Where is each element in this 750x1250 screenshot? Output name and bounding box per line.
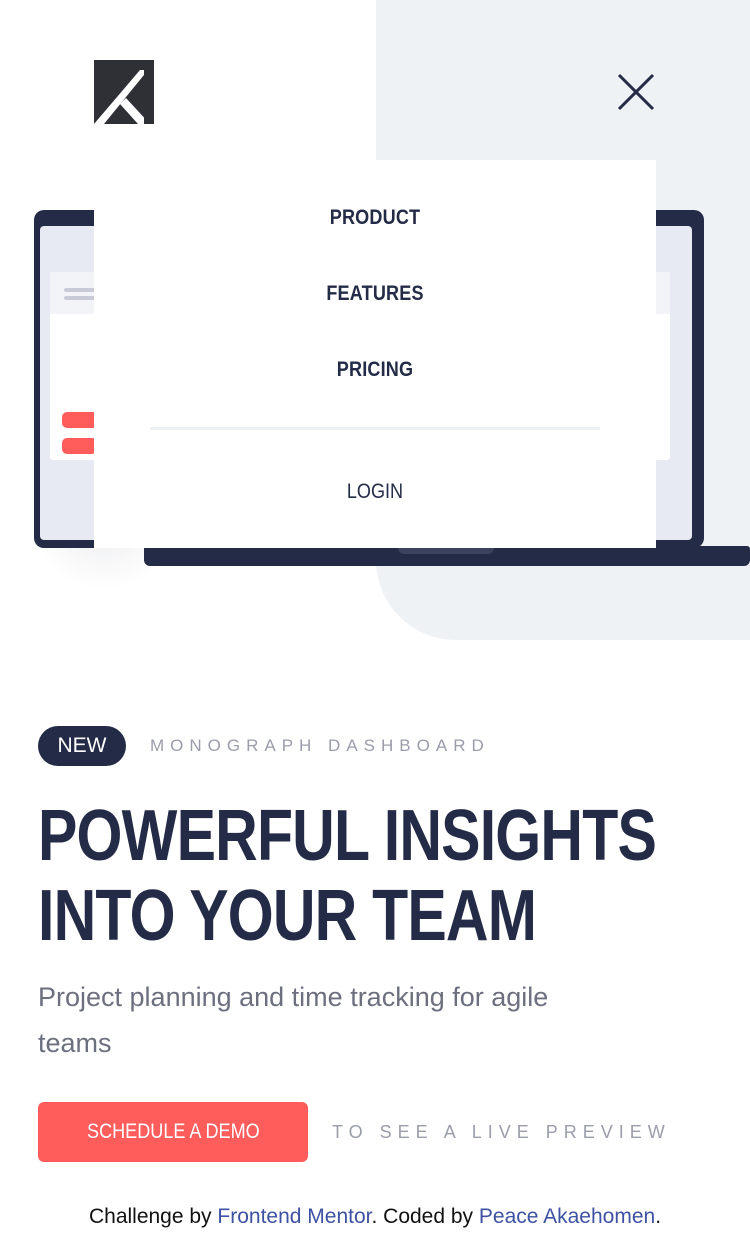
login-link[interactable]: LOGIN — [133, 480, 616, 504]
attribution-middle: . Coded by — [371, 1205, 479, 1228]
attribution-suffix: . — [655, 1205, 662, 1228]
monograph-k-logo-icon[interactable] — [94, 60, 157, 124]
hero-headline: POWERFUL INSIGHTS INTO YOUR TEAM — [38, 796, 657, 956]
headline-line-1: POWERFUL INSIGHTS — [38, 796, 657, 876]
schedule-demo-button[interactable]: SCHEDULE A DEMO — [38, 1102, 308, 1162]
dashboard-bar — [62, 438, 97, 454]
close-icon[interactable] — [612, 68, 660, 116]
attribution: Challenge by Frontend Mentor. Coded by P… — [0, 1205, 750, 1229]
nav-divider — [150, 427, 600, 430]
author-link[interactable]: Peace Akaehomen — [479, 1205, 655, 1228]
product-tagline: MONOGRAPH DASHBOARD — [150, 736, 490, 755]
laptop-base — [144, 546, 750, 566]
hero-tag-row: NEW MONOGRAPH DASHBOARD — [38, 726, 490, 766]
new-badge: NEW — [38, 726, 126, 766]
hero-subtitle: Project planning and time tracking for a… — [38, 982, 549, 1058]
mobile-nav-menu: PRODUCT FEATURES PRICING LOGIN — [94, 160, 656, 548]
headline-line-2: INTO YOUR TEAM — [38, 876, 537, 956]
frontend-mentor-link[interactable]: Frontend Mentor — [217, 1205, 371, 1228]
schedule-demo-label: SCHEDULE A DEMO — [86, 1120, 260, 1143]
nav-item-product[interactable]: PRODUCT — [133, 206, 616, 230]
nav-item-features[interactable]: FEATURES — [133, 282, 616, 306]
cta-row: SCHEDULE A DEMO TO SEE A LIVE PREVIEW — [38, 1102, 671, 1162]
live-preview-text: TO SEE A LIVE PREVIEW — [332, 1121, 671, 1142]
nav-item-pricing[interactable]: PRICING — [133, 358, 616, 382]
attribution-prefix: Challenge by — [88, 1205, 218, 1228]
